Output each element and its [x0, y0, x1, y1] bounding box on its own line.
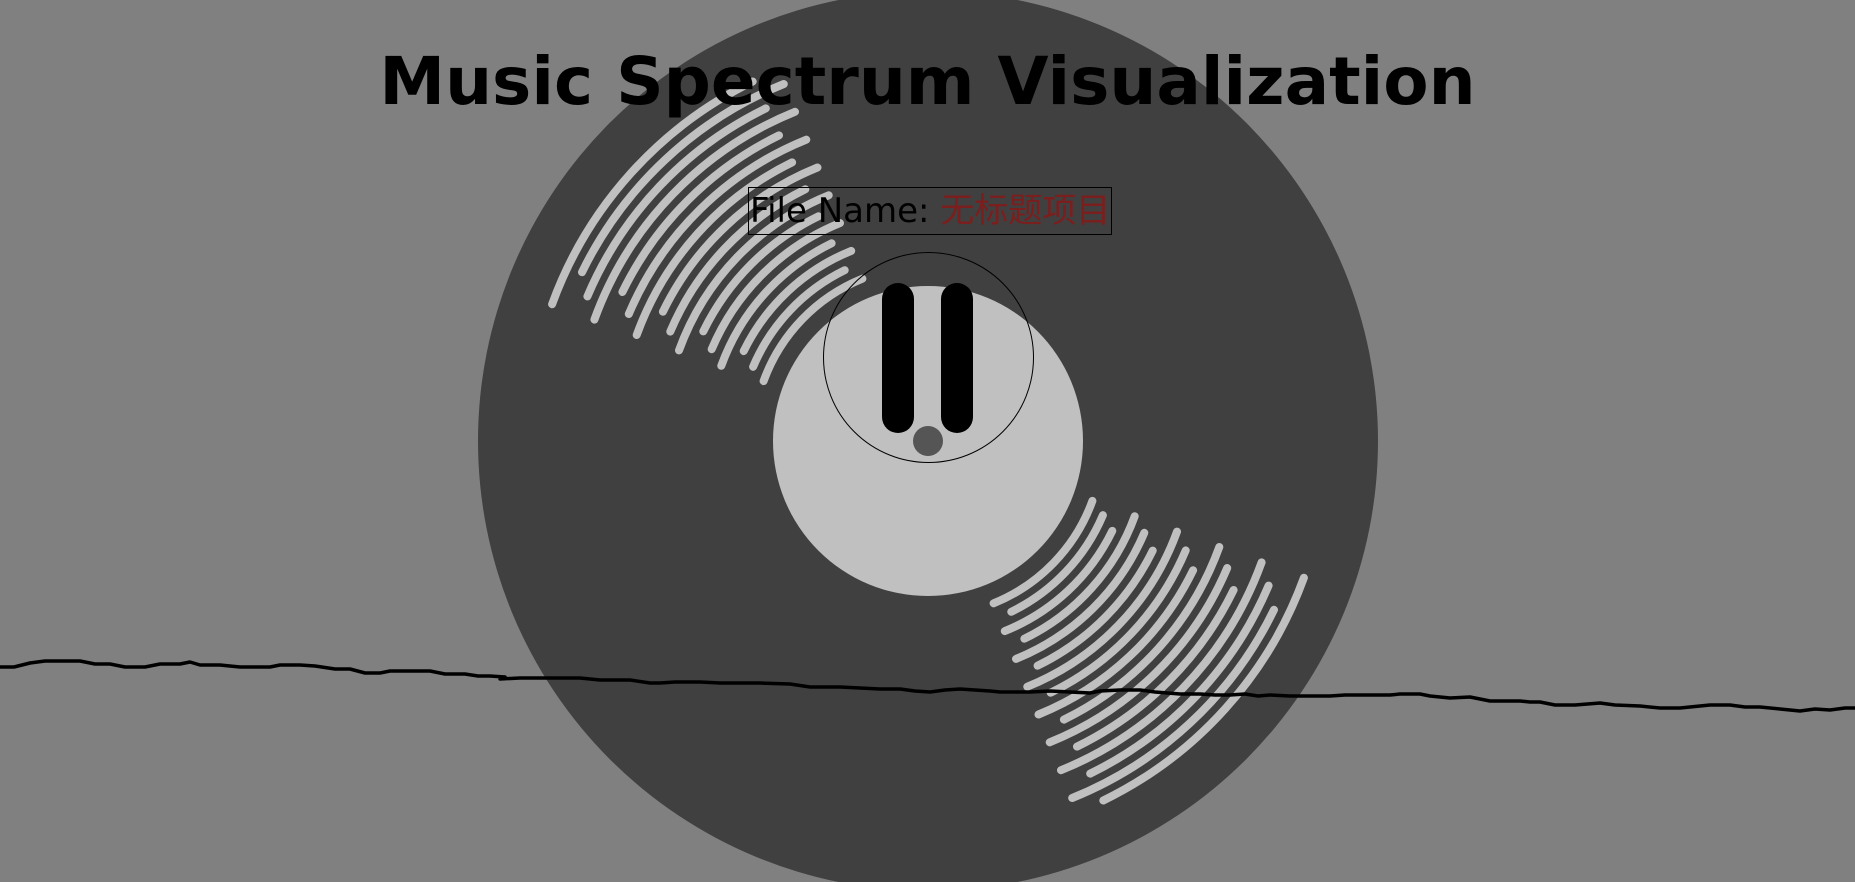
- visualizer-stage: Music Spectrum Visualization File Name: …: [0, 0, 1855, 882]
- file-name-label: File Name:: [750, 191, 941, 231]
- play-pause-button[interactable]: [823, 252, 1034, 463]
- pause-icon-bar: [941, 283, 973, 433]
- file-name-value: 无标题项目: [940, 191, 1111, 231]
- pause-icon: [882, 283, 914, 433]
- waveform-line: [0, 659, 1855, 713]
- file-name-display: File Name: 无标题项目: [748, 187, 1113, 235]
- page-title: Music Spectrum Visualization: [379, 43, 1476, 120]
